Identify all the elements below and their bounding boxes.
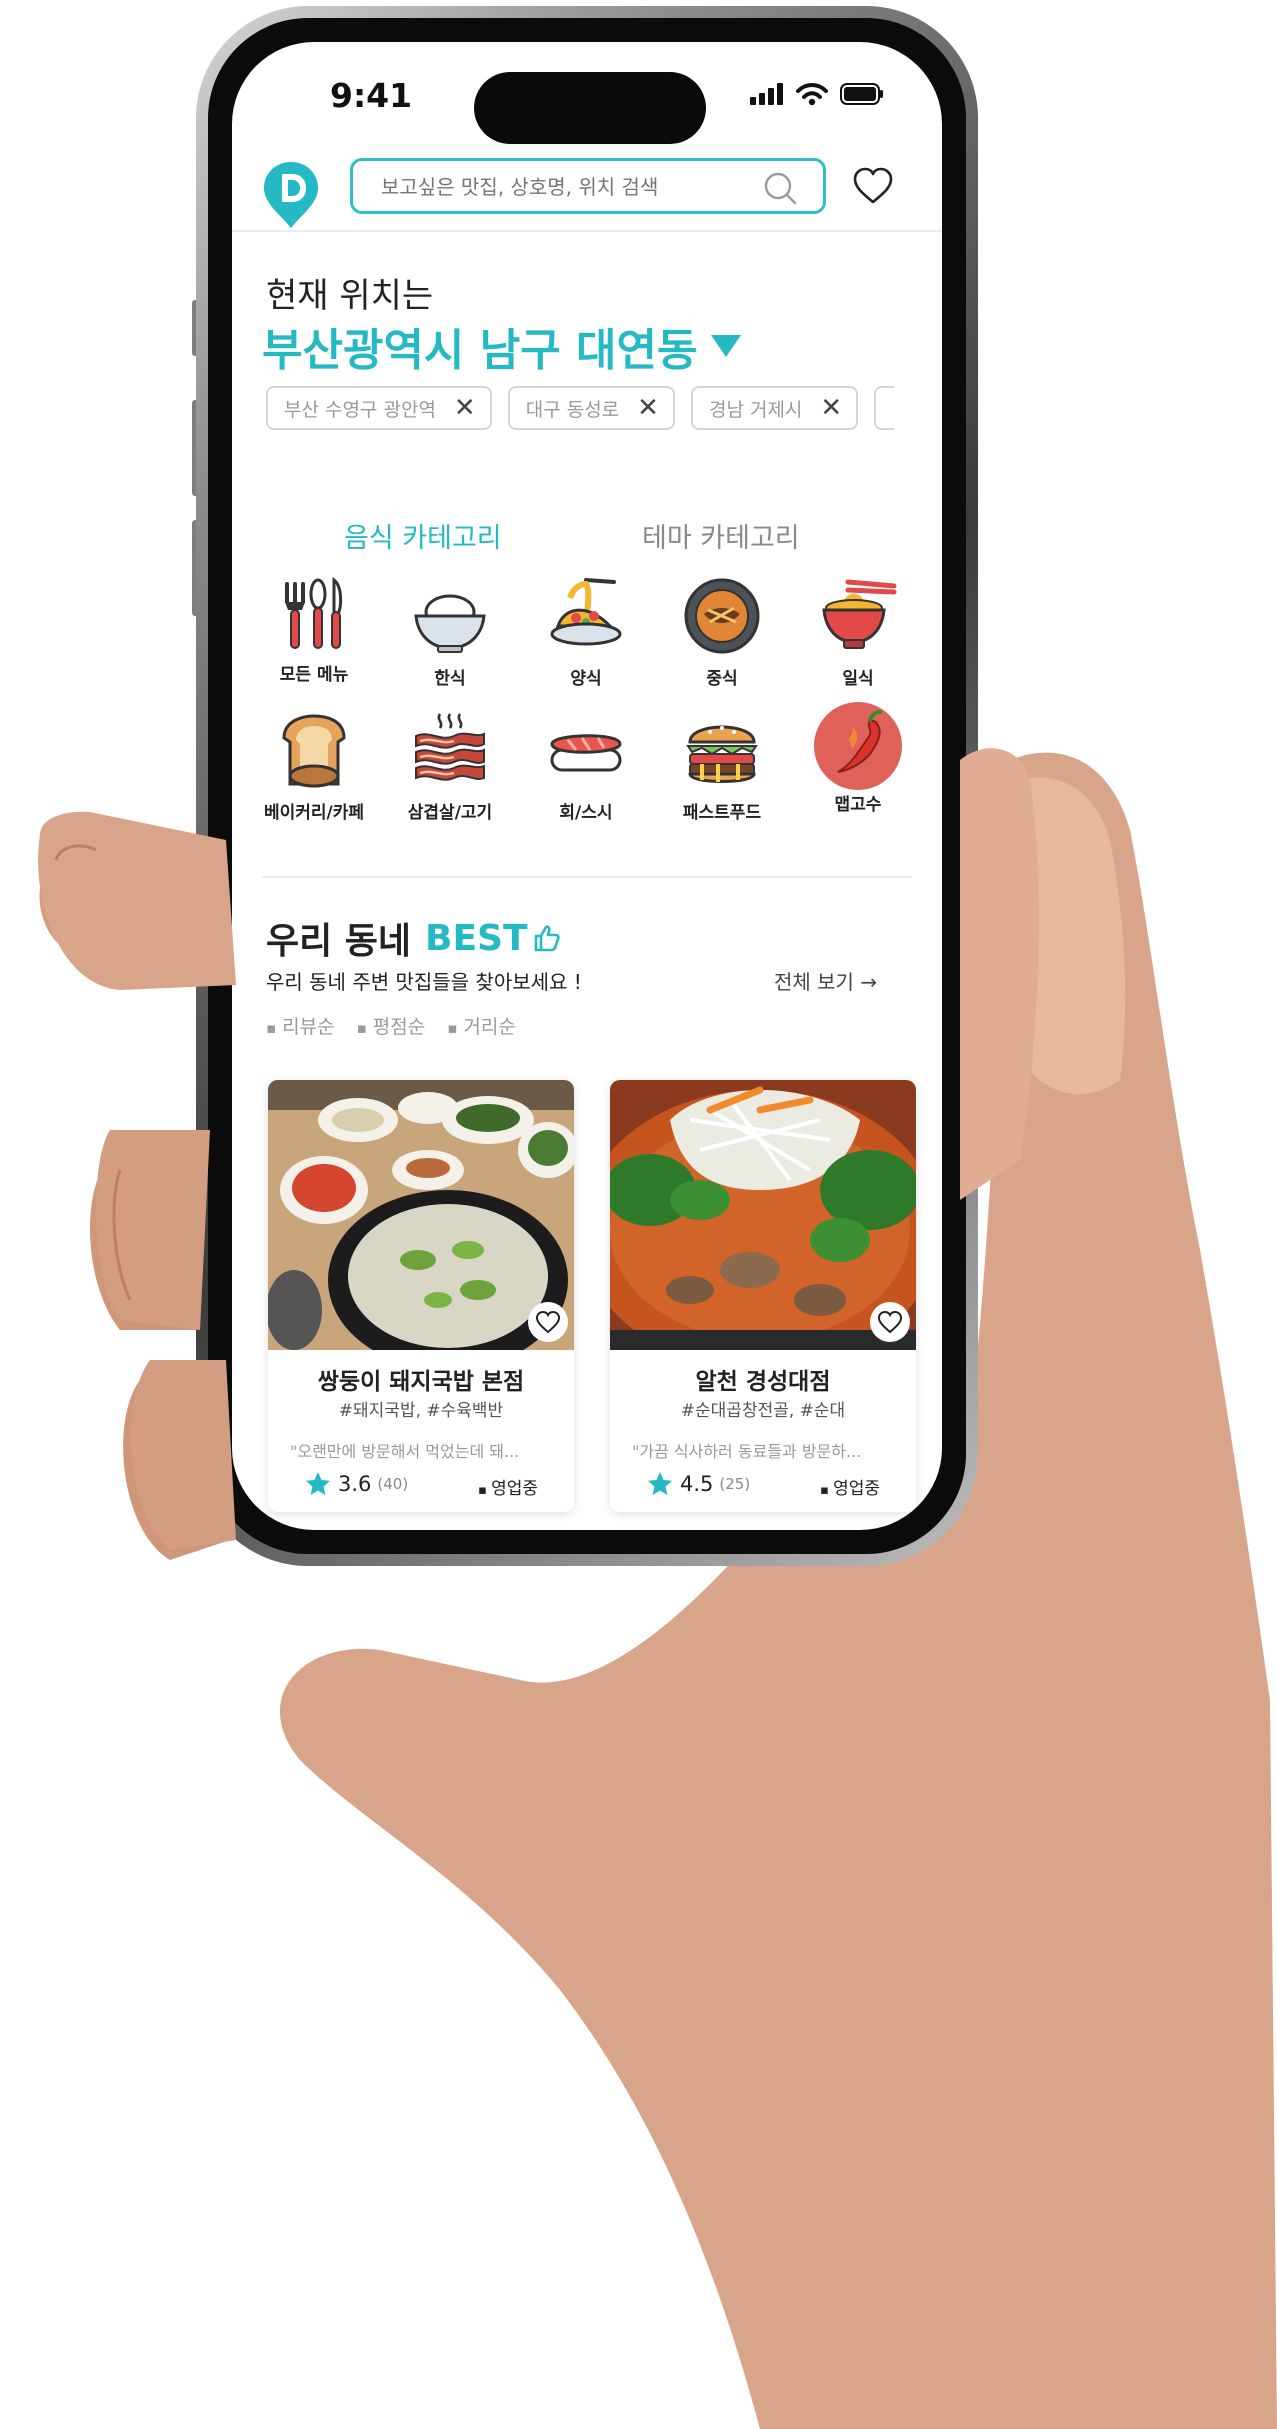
rice-bowl-icon <box>414 594 486 653</box>
restaurant-photo-gukbap <box>268 1080 574 1350</box>
restaurant-photo-jeongol <box>610 1080 916 1350</box>
restaurant-name: 쌍둥이 돼지국밥 본점 <box>317 1369 525 1395</box>
category-label: 모든 메뉴 <box>279 665 349 685</box>
location-value: 부산광역시 남구 대연동 <box>262 325 698 376</box>
category-label: 한식 <box>434 669 466 689</box>
search-icon[interactable] <box>763 171 797 205</box>
search-bar[interactable] <box>350 158 826 214</box>
sort-options: 리뷰순 평점순 거리순 <box>266 1012 516 1039</box>
heart-icon <box>877 1310 903 1334</box>
category-label: 삼겹살/고기 <box>407 803 493 823</box>
star-icon <box>648 1472 672 1495</box>
bread-icon <box>282 714 346 788</box>
jjajang-bowl-icon <box>684 578 760 654</box>
recent-location-chip[interactable]: 부산 수영구 광안역 ✕ <box>266 386 492 430</box>
location-selector[interactable]: 부산광역시 남구 대연동 <box>262 314 742 378</box>
status-time: 9:41 <box>330 76 413 115</box>
close-icon[interactable]: ✕ <box>637 395 659 421</box>
restaurant-tags: #순대곱창전골, #순대 <box>680 1401 846 1421</box>
tab-food-category[interactable]: 음식 카테고리 <box>344 516 502 555</box>
status-icons <box>750 82 884 106</box>
tab-theme-category[interactable]: 테마 카테고리 <box>642 516 800 555</box>
chili-icon <box>814 702 902 790</box>
recent-location-chip-partial[interactable] <box>874 386 895 430</box>
close-icon[interactable]: ✕ <box>454 395 476 421</box>
utensils-icon <box>285 576 343 649</box>
category-japanese[interactable]: 일식 <box>790 576 926 689</box>
category-chinese[interactable]: 중식 <box>654 576 790 689</box>
best-section-title: 우리 동네 BEST <box>266 912 562 964</box>
close-icon[interactable]: ✕ <box>820 395 842 421</box>
star-icon <box>306 1472 330 1495</box>
restaurant-review: "오랜만에 방문해서 먹었는데 돼... <box>290 1442 520 1461</box>
phone-frame: 9:41 보고싶은 맛집, 상호명, 위치 검색 현재 위치는 부산광역시 남구… <box>196 6 978 1566</box>
restaurant-name: 알천 경성대점 <box>695 1369 831 1395</box>
location-label: 현재 위치는 <box>266 276 434 316</box>
category-label: 베이커리/카페 <box>263 803 365 823</box>
open-status: 영업중 <box>820 1474 880 1499</box>
restaurant-card[interactable]: 쌍둥이 돼지국밥 본점 #돼지국밥, #수육백반 "오랜만에 방문해서 먹었는데… <box>268 1080 574 1512</box>
card-favorite-button[interactable] <box>870 1302 910 1342</box>
thumbs-up-icon <box>534 925 560 952</box>
header-divider <box>232 230 942 232</box>
recent-location-chip[interactable]: 대구 동성로 ✕ <box>507 386 675 430</box>
category-label: 양식 <box>570 669 602 689</box>
bacon-icon <box>415 713 485 781</box>
section-divider <box>262 876 912 878</box>
category-all-menu[interactable]: 모든 메뉴 <box>246 576 382 685</box>
app-screen: 9:41 보고싶은 맛집, 상호명, 위치 검색 현재 위치는 부산광역시 남구… <box>232 42 942 1530</box>
card-favorite-button[interactable] <box>528 1302 568 1342</box>
category-label: 회/스시 <box>559 803 613 823</box>
see-all-link[interactable]: 전체 보기 → <box>774 966 877 995</box>
heart-icon <box>535 1310 561 1334</box>
category-bakery-cafe[interactable]: 베이커리/카페 <box>246 710 382 823</box>
best-badge: BEST <box>425 917 528 959</box>
pasta-icon <box>550 578 622 646</box>
restaurant-review: "가끔 식사하러 동료들과 방문하... <box>632 1442 862 1461</box>
category-sashimi-sushi[interactable]: 회/스시 <box>518 710 654 823</box>
category-western[interactable]: 양식 <box>518 576 654 689</box>
recent-locations: 부산 수영구 광안역 ✕ 대구 동성로 ✕ 경남 거제시 ✕ <box>266 386 895 430</box>
category-fast-food[interactable]: 패스트푸드 <box>654 710 790 823</box>
favorites-heart-icon[interactable] <box>852 166 894 206</box>
category-label: 중식 <box>706 669 738 689</box>
signal-icon <box>750 83 783 105</box>
battery-icon <box>840 83 883 105</box>
restaurant-tags: #돼지국밥, #수육백반 <box>338 1401 504 1421</box>
sort-by-distance[interactable]: 거리순 <box>447 1012 515 1039</box>
dropdown-triangle-icon[interactable] <box>711 335 742 357</box>
category-label: 일식 <box>842 669 874 689</box>
wifi-icon <box>796 83 828 106</box>
restaurant-rating: 3.6 (40) <box>304 1470 408 1498</box>
category-pork-meat[interactable]: 삼겹살/고기 <box>382 710 518 823</box>
category-korean[interactable]: 한식 <box>382 576 518 689</box>
best-section-subtitle: 우리 동네 주변 맛집들을 찾아보세요 ! <box>266 970 582 994</box>
app-logo-icon[interactable] <box>262 160 320 230</box>
sushi-icon <box>550 734 622 772</box>
search-input[interactable] <box>381 175 761 199</box>
ramen-icon <box>822 579 897 649</box>
sort-by-rating[interactable]: 평점순 <box>357 1012 425 1039</box>
restaurant-card[interactable]: 알천 경성대점 #순대곱창전골, #순대 "가끔 식사하러 동료들과 방문하..… <box>610 1080 916 1512</box>
category-label: 맵고수 <box>834 795 882 815</box>
sort-by-reviews[interactable]: 리뷰순 <box>266 1012 334 1039</box>
dynamic-island <box>474 72 706 144</box>
burger-icon <box>686 725 758 783</box>
category-label: 패스트푸드 <box>682 803 762 823</box>
restaurant-rating: 4.5 (25) <box>646 1470 750 1498</box>
open-status: 영업중 <box>478 1474 538 1499</box>
category-spicy[interactable]: 맵고수 <box>790 702 926 815</box>
recent-location-chip[interactable]: 경남 거제시 ✕ <box>690 386 859 430</box>
